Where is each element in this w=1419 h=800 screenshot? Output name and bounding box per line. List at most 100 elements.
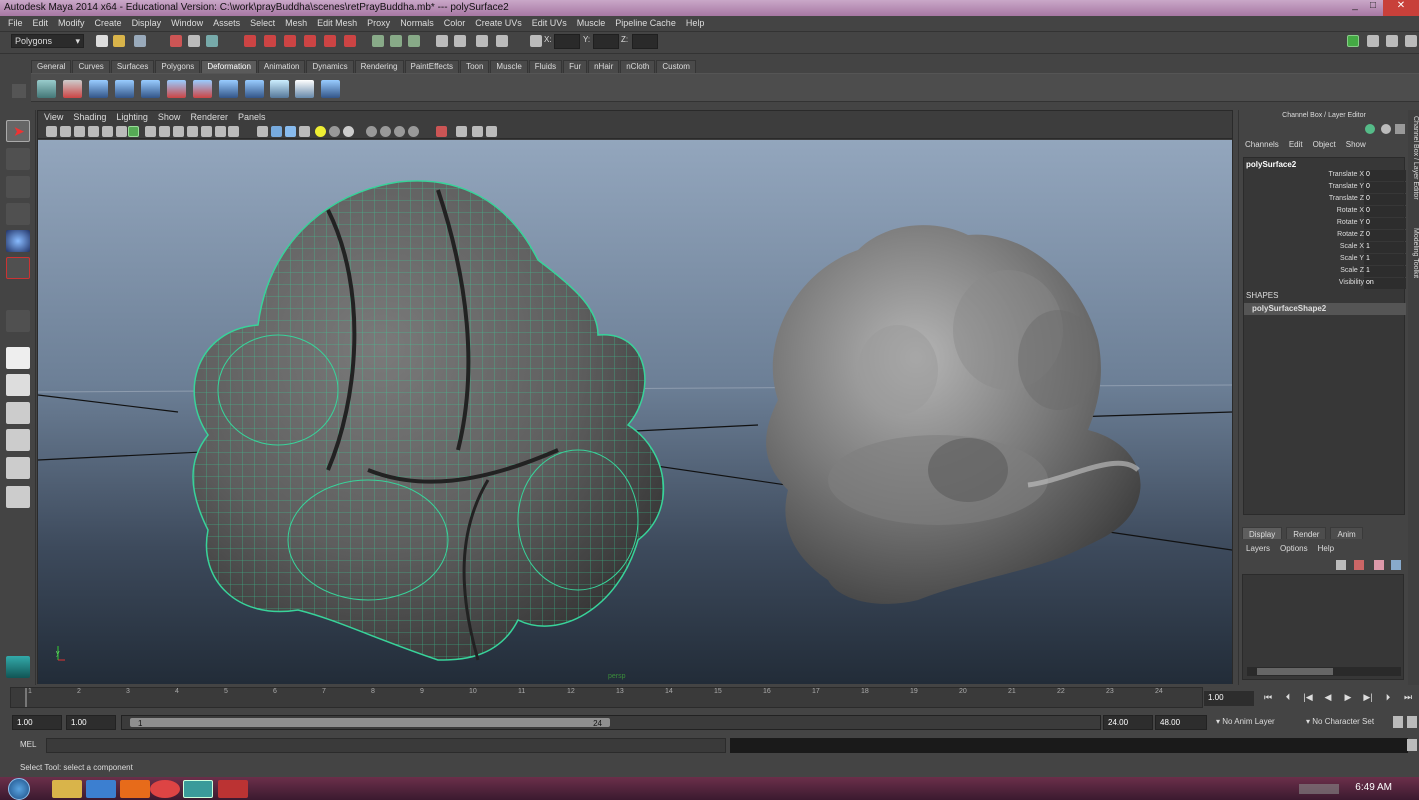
shelf-menu-icon[interactable] [12, 84, 26, 98]
menu-color[interactable]: Color [440, 16, 472, 31]
menu-pipeline-cache[interactable]: Pipeline Cache [611, 16, 682, 31]
cb-menu-channels[interactable]: Channels [1245, 140, 1285, 149]
snap-point-icon[interactable] [284, 35, 296, 47]
close-button[interactable]: ✕ [1383, 0, 1419, 16]
twist-icon[interactable] [193, 80, 212, 98]
channel-box-key-icon[interactable] [1365, 124, 1375, 134]
object-name[interactable]: polySurface2 [1246, 160, 1296, 169]
shadows-icon[interactable] [315, 126, 326, 137]
ipr-render-icon[interactable] [436, 35, 448, 47]
toggle-tool-settings-icon[interactable] [1386, 35, 1398, 47]
tab-fluids[interactable]: Fluids [528, 60, 563, 73]
tab-general[interactable]: General [31, 60, 72, 73]
app-taskbar-icon[interactable] [218, 780, 248, 798]
play-forwards-icon[interactable]: ▶ [1342, 692, 1354, 704]
vp-menu-panels[interactable]: Panels [238, 111, 271, 124]
cb-menu-edit[interactable]: Edit [1289, 140, 1309, 149]
channel-row[interactable]: Translate Z0 [1244, 194, 1406, 205]
vp-menu-view[interactable]: View [44, 111, 68, 124]
step-forward-frame-icon[interactable]: ⏵ [1382, 692, 1394, 704]
tab-curves[interactable]: Curves [72, 60, 110, 73]
play-backwards-icon[interactable]: ◀ [1322, 692, 1334, 704]
channel-value[interactable]: 0 [1364, 182, 1406, 193]
vp-menu-lighting[interactable]: Lighting [116, 111, 153, 124]
sine-icon[interactable] [141, 80, 160, 98]
end-time-field[interactable]: 48.00 [1155, 715, 1207, 730]
bend-icon[interactable] [89, 80, 108, 98]
tab-display-layers[interactable]: Display [1242, 527, 1283, 539]
tab-ncloth[interactable]: nCloth [620, 60, 656, 73]
media-player-taskbar-icon[interactable] [120, 780, 150, 798]
use-all-lights-icon[interactable] [299, 126, 310, 137]
le-menu-layers[interactable]: Layers [1246, 544, 1270, 553]
menu-assets[interactable]: Assets [209, 16, 246, 31]
viewport-scene[interactable]: y persp [37, 140, 1233, 684]
chrome-taskbar-icon[interactable] [150, 780, 180, 798]
jiggle-icon[interactable] [321, 80, 340, 98]
bookmarks-icon[interactable] [74, 126, 85, 137]
channel-row[interactable]: Rotate Y0 [1244, 218, 1406, 229]
minimize-button[interactable]: _ [1346, 0, 1364, 16]
channel-row[interactable]: Scale Z1 [1244, 266, 1406, 277]
menu-mesh[interactable]: Mesh [281, 16, 313, 31]
explorer-taskbar-icon[interactable] [52, 780, 82, 798]
wrap-icon[interactable] [245, 80, 264, 98]
y-field[interactable] [593, 34, 619, 49]
rotate-tool-icon[interactable] [6, 230, 30, 252]
modeling-toolkit-icon[interactable] [6, 656, 30, 678]
wave-icon[interactable] [219, 80, 238, 98]
channel-value[interactable]: on [1364, 278, 1406, 289]
select-by-component-icon[interactable] [206, 35, 218, 47]
x-field[interactable] [554, 34, 580, 49]
menu-create-uvs[interactable]: Create UVs [471, 16, 528, 31]
tab-surfaces[interactable]: Surfaces [110, 60, 155, 73]
menu-display[interactable]: Display [128, 16, 168, 31]
taskbar-clock[interactable]: 6:49 AM [1355, 782, 1392, 793]
cb-menu-show[interactable]: Show [1346, 140, 1372, 149]
grease-pencil-icon[interactable] [116, 126, 127, 137]
transform-mode-icon[interactable] [530, 35, 542, 47]
menu-create[interactable]: Create [91, 16, 128, 31]
single-perspective-layout-icon[interactable] [6, 347, 30, 369]
hypershade-icon[interactable] [476, 35, 488, 47]
tab-dynamics[interactable]: Dynamics [306, 60, 354, 73]
current-time-marker[interactable] [25, 688, 27, 707]
render-settings-icon[interactable] [454, 35, 466, 47]
menu-file[interactable]: File [4, 16, 29, 31]
menu-help[interactable]: Help [682, 16, 711, 31]
flare-icon[interactable] [115, 80, 134, 98]
snap-grid-icon[interactable] [244, 35, 256, 47]
snap-view-plane-icon[interactable] [304, 35, 316, 47]
textured-icon[interactable] [285, 126, 296, 137]
save-scene-icon[interactable] [134, 35, 146, 47]
layer-list[interactable] [1242, 574, 1404, 680]
xray-icon[interactable] [408, 126, 419, 137]
menu-edit[interactable]: Edit [29, 16, 55, 31]
depth-of-field-icon[interactable] [380, 126, 391, 137]
xray-components-icon[interactable] [456, 126, 467, 137]
new-empty-layer-icon[interactable] [1374, 560, 1384, 570]
camera-attributes-icon[interactable] [60, 126, 71, 137]
channel-row[interactable]: Translate Y0 [1244, 182, 1406, 193]
safe-action-icon[interactable] [201, 126, 212, 137]
range-slider[interactable]: 1 24 [121, 715, 1101, 730]
vp-menu-renderer[interactable]: Renderer [190, 111, 233, 124]
select-camera-icon[interactable] [46, 126, 57, 137]
scale-tool-icon[interactable] [6, 257, 30, 279]
scrollbar-thumb[interactable] [1257, 668, 1333, 675]
channel-value[interactable]: 0 [1364, 194, 1406, 205]
step-forward-key-icon[interactable]: ▶| [1362, 692, 1374, 704]
script-editor-icon[interactable] [1407, 739, 1417, 751]
tab-render-layers[interactable]: Render [1286, 527, 1327, 539]
menu-normals[interactable]: Normals [396, 16, 440, 31]
side-tab-modeling-toolkit[interactable]: Modeling Toolkit [1408, 228, 1419, 288]
vp-menu-shading[interactable]: Shading [73, 111, 111, 124]
motion-blur-icon[interactable] [343, 126, 354, 137]
persp-graph-layout-icon[interactable] [6, 429, 30, 451]
tab-anim-layers[interactable]: Anim [1330, 527, 1363, 539]
le-menu-help[interactable]: Help [1318, 544, 1334, 553]
channel-row[interactable]: Visibility on [1244, 278, 1406, 289]
squash-icon[interactable] [167, 80, 186, 98]
channel-value[interactable]: 1 [1364, 242, 1406, 253]
side-tab-channel-box[interactable]: Channel Box / Layer Editor [1408, 116, 1419, 211]
